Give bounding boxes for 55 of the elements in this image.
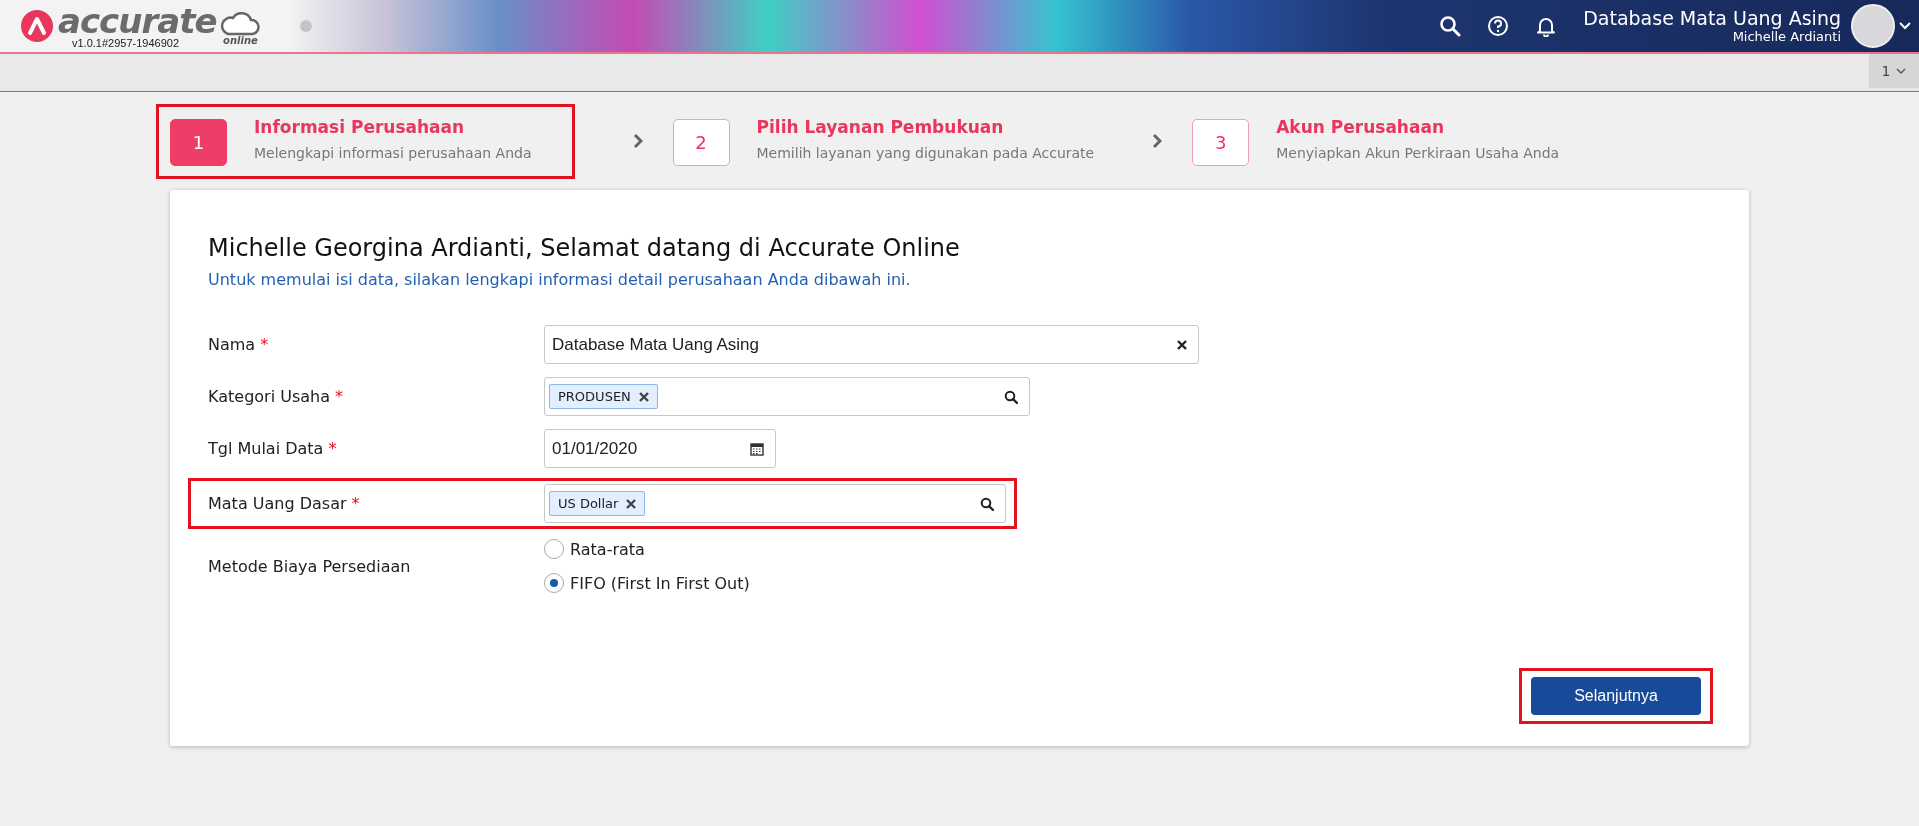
logo-icon	[20, 9, 54, 43]
cloud-icon	[220, 12, 261, 36]
tag-chip[interactable]: PRODUSEN	[549, 384, 658, 409]
version-text: v1.0.1#2957-1946902	[72, 37, 181, 49]
status-dot	[300, 20, 313, 32]
form-intro: Untuk memulai isi data, silakan lengkapi informasi detail perusahaan Anda dibawah ini.	[208, 270, 912, 289]
chevron-down-icon	[1896, 68, 1907, 74]
database-title: Database Mata Uang Asing	[1583, 7, 1841, 29]
next-button[interactable]: Selanjutnya	[1531, 677, 1701, 715]
tag-field[interactable]: PRODUSEN	[544, 377, 1030, 416]
field-label: Nama	[208, 335, 256, 354]
tab-number: 1	[1881, 63, 1891, 79]
field-label: Tgl Mulai Data	[208, 439, 324, 458]
field-label: Kategori Usaha	[208, 387, 330, 406]
chevron-right-icon	[632, 133, 643, 149]
step-number: 1	[170, 118, 227, 166]
step-number: 2	[672, 118, 730, 166]
step-title: Informasi Perusahaan	[254, 116, 466, 137]
radio-button[interactable]	[544, 539, 564, 559]
clear-icon[interactable]	[1177, 339, 1187, 350]
step-title: Pilih Layanan Pembukuan	[756, 116, 1005, 137]
tag-chip[interactable]: US Dollar	[549, 491, 646, 516]
required-mark: *	[260, 335, 269, 354]
bell-icon[interactable]	[1535, 15, 1558, 37]
chevron-down-icon[interactable]	[1899, 22, 1911, 30]
field-label: Mata Uang Dasar	[208, 494, 347, 513]
field-label: Metode Biaya Persediaan	[208, 556, 411, 576]
search-icon[interactable]	[1004, 389, 1018, 404]
tag-field[interactable]: US Dollar	[544, 484, 1006, 523]
step-subtitle: Memilih layanan yang digunakan pada Accurate	[756, 144, 1095, 161]
form-heading: Michelle Georgina Ardianti, Selamat datang di Accurate Online	[208, 234, 961, 262]
date-field[interactable]: 01/01/2020	[544, 429, 776, 468]
step-subtitle: Melengkapi informasi perusahaan Anda	[254, 144, 532, 161]
avatar[interactable]	[1851, 4, 1895, 48]
step-subtitle: Menyiapkan Akun Perkiraan Usaha Anda	[1276, 144, 1560, 161]
search-icon[interactable]	[1439, 15, 1462, 37]
chevron-right-icon	[1152, 133, 1163, 149]
text-field[interactable]: Database Mata Uang Asing	[544, 325, 1199, 364]
required-mark: *	[351, 494, 360, 513]
help-icon[interactable]	[1487, 15, 1510, 37]
radio-button[interactable]	[544, 573, 564, 593]
logo-text: accurate	[58, 3, 217, 38]
remove-icon[interactable]	[638, 391, 649, 402]
logo-subtext: online	[223, 36, 258, 46]
tab-selector[interactable]: 1	[1869, 54, 1919, 88]
radio-label[interactable]: Rata-rata	[570, 539, 645, 559]
step-number: 3	[1192, 118, 1250, 166]
radio-label[interactable]: FIFO (First In First Out)	[570, 573, 750, 593]
required-mark: *	[335, 387, 343, 406]
user-name: Michelle Ardianti	[1732, 29, 1841, 45]
calendar-icon[interactable]	[750, 441, 764, 456]
required-mark: *	[328, 439, 337, 458]
remove-icon[interactable]	[626, 498, 637, 509]
search-icon[interactable]	[980, 496, 994, 511]
step-title: Akun Perusahaan	[1276, 116, 1445, 137]
